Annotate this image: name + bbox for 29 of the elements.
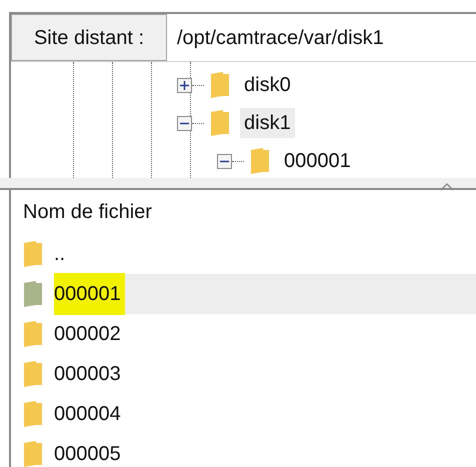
folder-icon: [210, 72, 230, 98]
file-row[interactable]: 000002: [54, 314, 476, 354]
file-name: 000001: [54, 273, 125, 315]
folder-icon: [23, 361, 43, 387]
folder-icon: [23, 241, 43, 267]
path-label: Site distant :: [11, 14, 167, 61]
tree-item[interactable]: 000001: [280, 146, 355, 176]
folder-icon: [23, 281, 43, 307]
expand-icon[interactable]: [177, 78, 192, 92]
file-row[interactable]: ..: [54, 234, 476, 274]
file-name: 000003: [54, 362, 122, 387]
file-name: 000005: [54, 442, 122, 467]
file-name: 000004: [54, 402, 122, 427]
file-name: 000002: [54, 322, 122, 347]
collapse-icon[interactable]: [217, 154, 232, 168]
folder-icon: [23, 321, 43, 347]
folder-icon: [210, 110, 230, 136]
file-row[interactable]: 000005: [54, 434, 476, 467]
folder-icon: [23, 441, 43, 467]
folder-icon: [250, 148, 270, 174]
file-row[interactable]: 000004: [54, 394, 476, 434]
column-header[interactable]: Nom de fichier: [23, 197, 152, 227]
tree-item[interactable]: disk0: [240, 70, 295, 100]
file-row[interactable]: 000001: [54, 274, 476, 314]
collapse-icon[interactable]: [177, 116, 192, 130]
file-name: ..: [54, 242, 66, 267]
tree-item[interactable]: disk1: [240, 108, 295, 138]
folder-icon: [23, 401, 43, 427]
file-row[interactable]: 000003: [54, 354, 476, 394]
